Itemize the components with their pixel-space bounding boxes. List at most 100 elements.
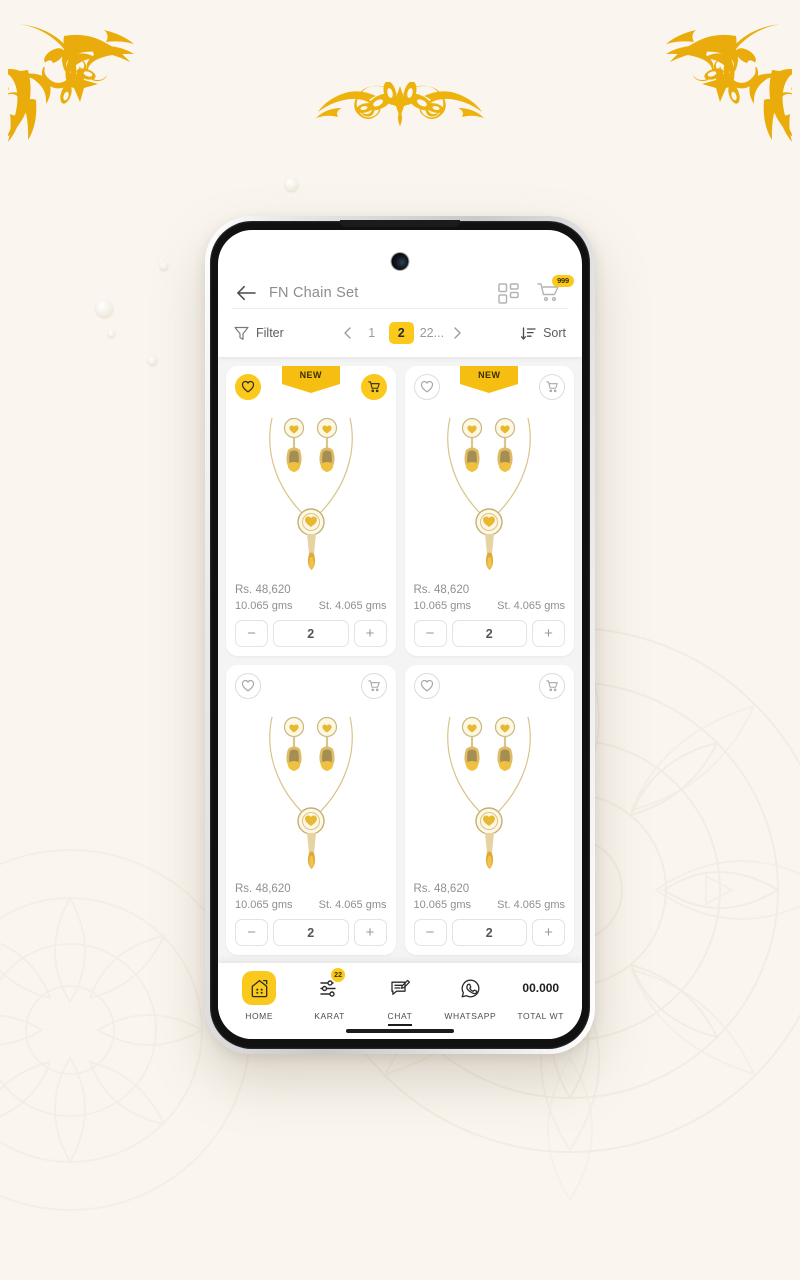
grid-view-icon[interactable] xyxy=(498,282,519,304)
necklace-set-illustration xyxy=(268,716,353,869)
stone-weight: St. 4.065 gms xyxy=(318,899,387,911)
product-image xyxy=(235,697,387,881)
nav-item-whatsapp[interactable]: WHATSAPP xyxy=(438,971,502,1021)
phone-bezel: FN Chain Set 999 Filter 1 2 22... Sort N… xyxy=(210,220,590,1049)
arrow-left-icon[interactable] xyxy=(235,284,257,302)
decorative-pearl xyxy=(148,356,157,365)
product-list-scroll-area[interactable]: NEW Rs. 48,620 10.065 gms St. 4.065 gms … xyxy=(218,357,582,963)
product-weights: 10.065 gms St. 4.065 gms xyxy=(235,600,387,612)
phone-mockup: FN Chain Set 999 Filter 1 2 22... Sort N… xyxy=(205,216,595,1054)
quantity-value[interactable]: 2 xyxy=(451,919,527,946)
decorative-pearl xyxy=(160,262,168,270)
add-to-cart-button[interactable] xyxy=(539,374,565,400)
filter-label: Filter xyxy=(256,326,284,340)
quantity-stepper: − 2 + xyxy=(413,620,565,647)
gross-weight: 10.065 gms xyxy=(413,899,471,911)
decrease-quantity-button[interactable]: − xyxy=(235,919,268,946)
product-price: Rs. 48,620 xyxy=(235,584,291,596)
chat-icon-container xyxy=(389,971,411,1005)
nav-label-chat: CHAT xyxy=(387,1011,413,1026)
cart-button[interactable]: 999 xyxy=(537,275,574,304)
product-weights: 10.065 gms St. 4.065 gms xyxy=(235,899,387,911)
whatsapp-icon xyxy=(461,979,480,997)
product-card[interactable]: Rs. 48,620 10.065 gms St. 4.065 gms − 2 … xyxy=(226,665,396,955)
new-badge: NEW xyxy=(281,366,340,393)
page-number-2-active[interactable]: 2 xyxy=(388,322,414,344)
necklace-set-illustration xyxy=(447,417,532,570)
nav-item-total-weight: 00.000 TOTAL WT xyxy=(509,971,573,1021)
decrease-quantity-button[interactable]: − xyxy=(413,919,447,946)
gross-weight: 10.065 gms xyxy=(235,899,293,911)
increase-quantity-button[interactable]: + xyxy=(353,620,387,647)
favorite-button[interactable] xyxy=(235,673,261,699)
product-image xyxy=(235,398,387,582)
cart-icon xyxy=(367,680,380,692)
nav-item-home[interactable]: HOME xyxy=(227,971,291,1021)
sort-descending-icon xyxy=(521,326,536,340)
total-weight-value: 00.000 xyxy=(522,981,560,995)
increase-quantity-button[interactable]: + xyxy=(532,620,565,647)
add-to-cart-button[interactable] xyxy=(539,673,565,699)
product-image xyxy=(414,398,566,582)
karat-icon-container: 22 xyxy=(319,968,346,1005)
product-card[interactable]: NEW Rs. 48,620 10.065 gms St. 4.065 gms … xyxy=(404,366,574,656)
page-number-1[interactable]: 1 xyxy=(361,326,383,340)
chevron-left-icon[interactable] xyxy=(341,326,355,340)
decorative-pearl xyxy=(285,178,298,191)
decrease-quantity-button[interactable]: − xyxy=(413,620,447,647)
quantity-value[interactable]: 2 xyxy=(273,620,349,647)
nav-label-karat: KARAT xyxy=(314,1011,345,1021)
filter-sort-bar: Filter 1 2 22... Sort xyxy=(218,309,582,357)
gross-weight: 10.065 gms xyxy=(413,600,471,612)
filter-button[interactable]: Filter xyxy=(234,326,284,341)
necklace-set-illustration xyxy=(268,417,353,570)
product-weights: 10.065 gms St. 4.065 gms xyxy=(414,600,566,612)
bottom-navigation: HOME 22 KARAT CHAT WHATSAPP 00.000 TOTAL… xyxy=(218,963,582,1039)
sort-button[interactable]: Sort xyxy=(521,326,566,341)
product-price: Rs. 48,620 xyxy=(413,584,470,596)
favorite-button[interactable] xyxy=(235,374,261,400)
product-card-actions: NEW xyxy=(413,366,565,402)
nav-item-chat[interactable]: CHAT xyxy=(368,971,432,1026)
header-flourish-ornament xyxy=(316,82,484,126)
nav-item-karat[interactable]: 22 KARAT xyxy=(298,968,362,1021)
decrease-quantity-button[interactable]: − xyxy=(235,620,268,647)
quantity-value[interactable]: 2 xyxy=(273,919,349,946)
product-grid: NEW Rs. 48,620 10.065 gms St. 4.065 gms … xyxy=(226,366,574,955)
favorite-button[interactable] xyxy=(413,673,440,699)
cart-icon xyxy=(546,680,558,692)
quantity-value[interactable]: 2 xyxy=(451,620,527,647)
nav-label-home: HOME xyxy=(245,1011,274,1021)
cart-icon xyxy=(546,381,558,393)
product-card[interactable]: NEW Rs. 48,620 10.065 gms St. 4.065 gms … xyxy=(226,366,396,656)
page-number-last[interactable]: 22... xyxy=(420,326,444,340)
sort-label: Sort xyxy=(543,326,566,340)
chevron-right-icon[interactable] xyxy=(450,326,464,340)
quantity-stepper: − 2 + xyxy=(235,620,387,647)
nav-label-whatsapp: WHATSAPP xyxy=(444,1011,497,1021)
corner-ornament-top-left xyxy=(8,24,134,142)
android-gesture-bar[interactable] xyxy=(346,1029,454,1033)
corner-ornament-top-right xyxy=(666,24,792,142)
heart-icon xyxy=(241,380,255,393)
necklace-set-illustration xyxy=(447,716,532,869)
product-card[interactable]: Rs. 48,620 10.065 gms St. 4.065 gms − 2 … xyxy=(404,665,574,955)
phone-screen: FN Chain Set 999 Filter 1 2 22... Sort N… xyxy=(218,230,582,1039)
decorative-pearl xyxy=(96,300,113,317)
product-image xyxy=(414,697,566,881)
increase-quantity-button[interactable]: + xyxy=(532,919,565,946)
heart-icon xyxy=(420,679,433,692)
favorite-button[interactable] xyxy=(413,374,440,400)
cart-count-badge: 999 xyxy=(552,275,574,287)
product-card-actions xyxy=(235,673,387,701)
gross-weight: 10.065 gms xyxy=(235,600,293,612)
total-weight-value-container: 00.000 xyxy=(522,971,559,1005)
heart-icon xyxy=(241,679,255,692)
add-to-cart-button[interactable] xyxy=(360,374,387,400)
product-weights: 10.065 gms St. 4.065 gms xyxy=(414,899,566,911)
heart-icon xyxy=(420,380,433,393)
increase-quantity-button[interactable]: + xyxy=(353,919,387,946)
chat-icon xyxy=(391,979,411,995)
product-card-actions xyxy=(413,673,565,701)
add-to-cart-button[interactable] xyxy=(360,673,387,699)
